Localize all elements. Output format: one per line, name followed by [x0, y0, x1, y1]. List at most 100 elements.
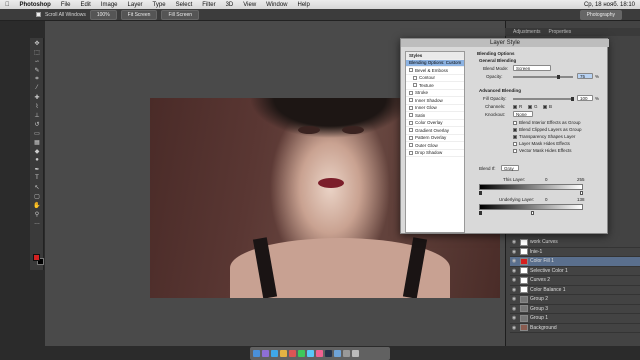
trash-icon[interactable] [352, 350, 359, 357]
checkbox[interactable] [513, 120, 517, 125]
opacity-input[interactable]: 75 [577, 73, 593, 79]
photoshop-icon[interactable] [325, 350, 332, 357]
calendar-icon[interactable] [289, 350, 296, 357]
workspace-select[interactable]: Photography [579, 9, 622, 20]
finder-icon[interactable] [253, 350, 260, 357]
brush-tool-icon[interactable]: ⌇ [32, 102, 42, 110]
notes-icon[interactable] [280, 350, 287, 357]
tab-adjustments[interactable]: Adjustments [513, 29, 541, 35]
preview-icon[interactable] [334, 350, 341, 357]
channel-r[interactable]: R [513, 104, 522, 109]
eye-icon[interactable]: ◉ [510, 315, 518, 321]
menu-file[interactable]: File [56, 2, 76, 8]
opacity-slider[interactable] [513, 76, 573, 78]
eye-icon[interactable]: ◉ [510, 277, 518, 283]
knockout-select[interactable]: None [513, 111, 533, 117]
style-blending-options[interactable]: Blending Options: Custom [406, 59, 464, 67]
style-checkbox[interactable] [409, 113, 413, 118]
opacity-slider-knob[interactable] [557, 75, 560, 79]
gradient-tool-icon[interactable]: ▦ [32, 138, 42, 146]
layer-row[interactable]: ◉ Background [510, 324, 640, 333]
zoom-100-button[interactable]: 100% [89, 9, 117, 20]
shape-tool-icon[interactable]: ▢ [32, 192, 42, 200]
foreground-color-swatch[interactable] [33, 254, 40, 261]
style-satin[interactable]: Satin [406, 112, 464, 120]
style-checkbox[interactable] [409, 128, 413, 133]
style-bevel-emboss[interactable]: Bevel & Emboss [406, 67, 464, 75]
style-inner-shadow[interactable]: Inner Shadow [406, 97, 464, 105]
style-checkbox[interactable] [409, 98, 413, 103]
checkbox[interactable] [513, 127, 517, 132]
eye-icon[interactable]: ◉ [510, 287, 518, 293]
style-contour[interactable]: Contour [406, 75, 464, 82]
eye-icon[interactable]: ◉ [510, 239, 518, 245]
style-checkbox[interactable] [409, 120, 413, 125]
layer-row[interactable]: ◉ Color Balance 1 [510, 286, 640, 295]
checkbox[interactable] [513, 134, 517, 139]
style-checkbox[interactable] [409, 135, 413, 140]
scroll-all-checkbox[interactable] [36, 12, 41, 17]
apple-icon[interactable]:  [0, 2, 15, 8]
fit-screen-button[interactable]: Fit Screen [120, 9, 158, 20]
blend-mode-select[interactable]: Screen [513, 65, 551, 71]
stamp-tool-icon[interactable]: ⊥ [32, 111, 42, 119]
menu-select[interactable]: Select [171, 2, 198, 8]
eye-icon[interactable]: ◉ [510, 296, 518, 302]
style-pattern-overlay[interactable]: Pattern Overlay [406, 135, 464, 142]
style-checkbox[interactable] [409, 150, 413, 155]
check-layer-mask-hides[interactable]: Layer Mask Hides Effects [513, 141, 570, 146]
this-layer-black-slider[interactable] [479, 191, 482, 195]
music-icon[interactable] [316, 350, 323, 357]
type-tool-icon[interactable]: T [32, 174, 42, 182]
menu-view[interactable]: View [238, 2, 261, 8]
layer-row[interactable]: ◉ Curves 2 [510, 276, 640, 286]
eyedropper-tool-icon[interactable]: ⁄ [32, 84, 42, 92]
path-select-tool-icon[interactable]: ↖ [32, 183, 42, 191]
pen-tool-icon[interactable]: ✒ [32, 165, 42, 173]
fill-screen-button[interactable]: Fill Screen [161, 9, 200, 20]
menu-edit[interactable]: Edit [76, 2, 96, 8]
messages-icon[interactable] [298, 350, 305, 357]
fill-opacity-slider-knob[interactable] [571, 97, 574, 101]
layer-row[interactable]: ◉ Group 2 [510, 295, 640, 305]
style-checkbox[interactable] [409, 143, 413, 148]
eye-icon[interactable]: ◉ [510, 306, 518, 312]
layer-row[interactable]: ◉ Selective Color 1 [510, 267, 640, 276]
style-checkbox[interactable] [409, 105, 413, 110]
layer-row[interactable]: ◉ work Curves [510, 238, 640, 248]
menu-window[interactable]: Window [261, 2, 292, 8]
menu-help[interactable]: Help [293, 2, 315, 8]
style-gradient-overlay[interactable]: Gradient Overlay [406, 127, 464, 135]
eye-icon[interactable]: ◉ [510, 325, 518, 331]
menu-layer[interactable]: Layer [123, 2, 148, 8]
dodge-tool-icon[interactable]: ● [32, 156, 42, 164]
menu-3d[interactable]: 3D [221, 2, 239, 8]
this-layer-white-slider[interactable] [580, 191, 583, 195]
menu-image[interactable]: Image [96, 2, 123, 8]
launchpad-icon[interactable] [262, 350, 269, 357]
checkbox[interactable] [513, 141, 517, 146]
healing-tool-icon[interactable]: ✚ [32, 93, 42, 101]
channel-b[interactable]: B [543, 104, 552, 109]
eye-icon[interactable]: ◉ [510, 258, 518, 264]
blend-if-select[interactable]: Gray [501, 165, 519, 171]
layer-row-selected[interactable]: ◉ Color Fill 1 [510, 257, 640, 267]
style-checkbox[interactable] [413, 83, 417, 88]
zoom-tool-icon[interactable]: ⚲ [32, 210, 42, 218]
style-drop-shadow[interactable]: Drop Shadow [406, 150, 464, 157]
style-outer-glow[interactable]: Outer Glow [406, 142, 464, 150]
safari-icon[interactable] [271, 350, 278, 357]
channel-b-checkbox[interactable] [543, 104, 547, 109]
quick-select-tool-icon[interactable]: ✎ [32, 66, 42, 74]
style-texture[interactable]: Texture [406, 82, 464, 90]
style-inner-glow[interactable]: Inner Glow [406, 105, 464, 112]
check-vector-mask-hides[interactable]: Vector Mask Hides Effects [513, 148, 571, 153]
lasso-tool-icon[interactable]: ∽ [32, 57, 42, 65]
menu-filter[interactable]: Filter [197, 2, 220, 8]
checkbox[interactable] [513, 148, 517, 153]
style-checkbox[interactable] [413, 75, 417, 80]
underlying-black-slider[interactable] [479, 211, 482, 215]
style-color-overlay[interactable]: Color Overlay [406, 120, 464, 127]
tab-properties[interactable]: Properties [549, 29, 572, 35]
eraser-tool-icon[interactable]: ▭ [32, 129, 42, 137]
